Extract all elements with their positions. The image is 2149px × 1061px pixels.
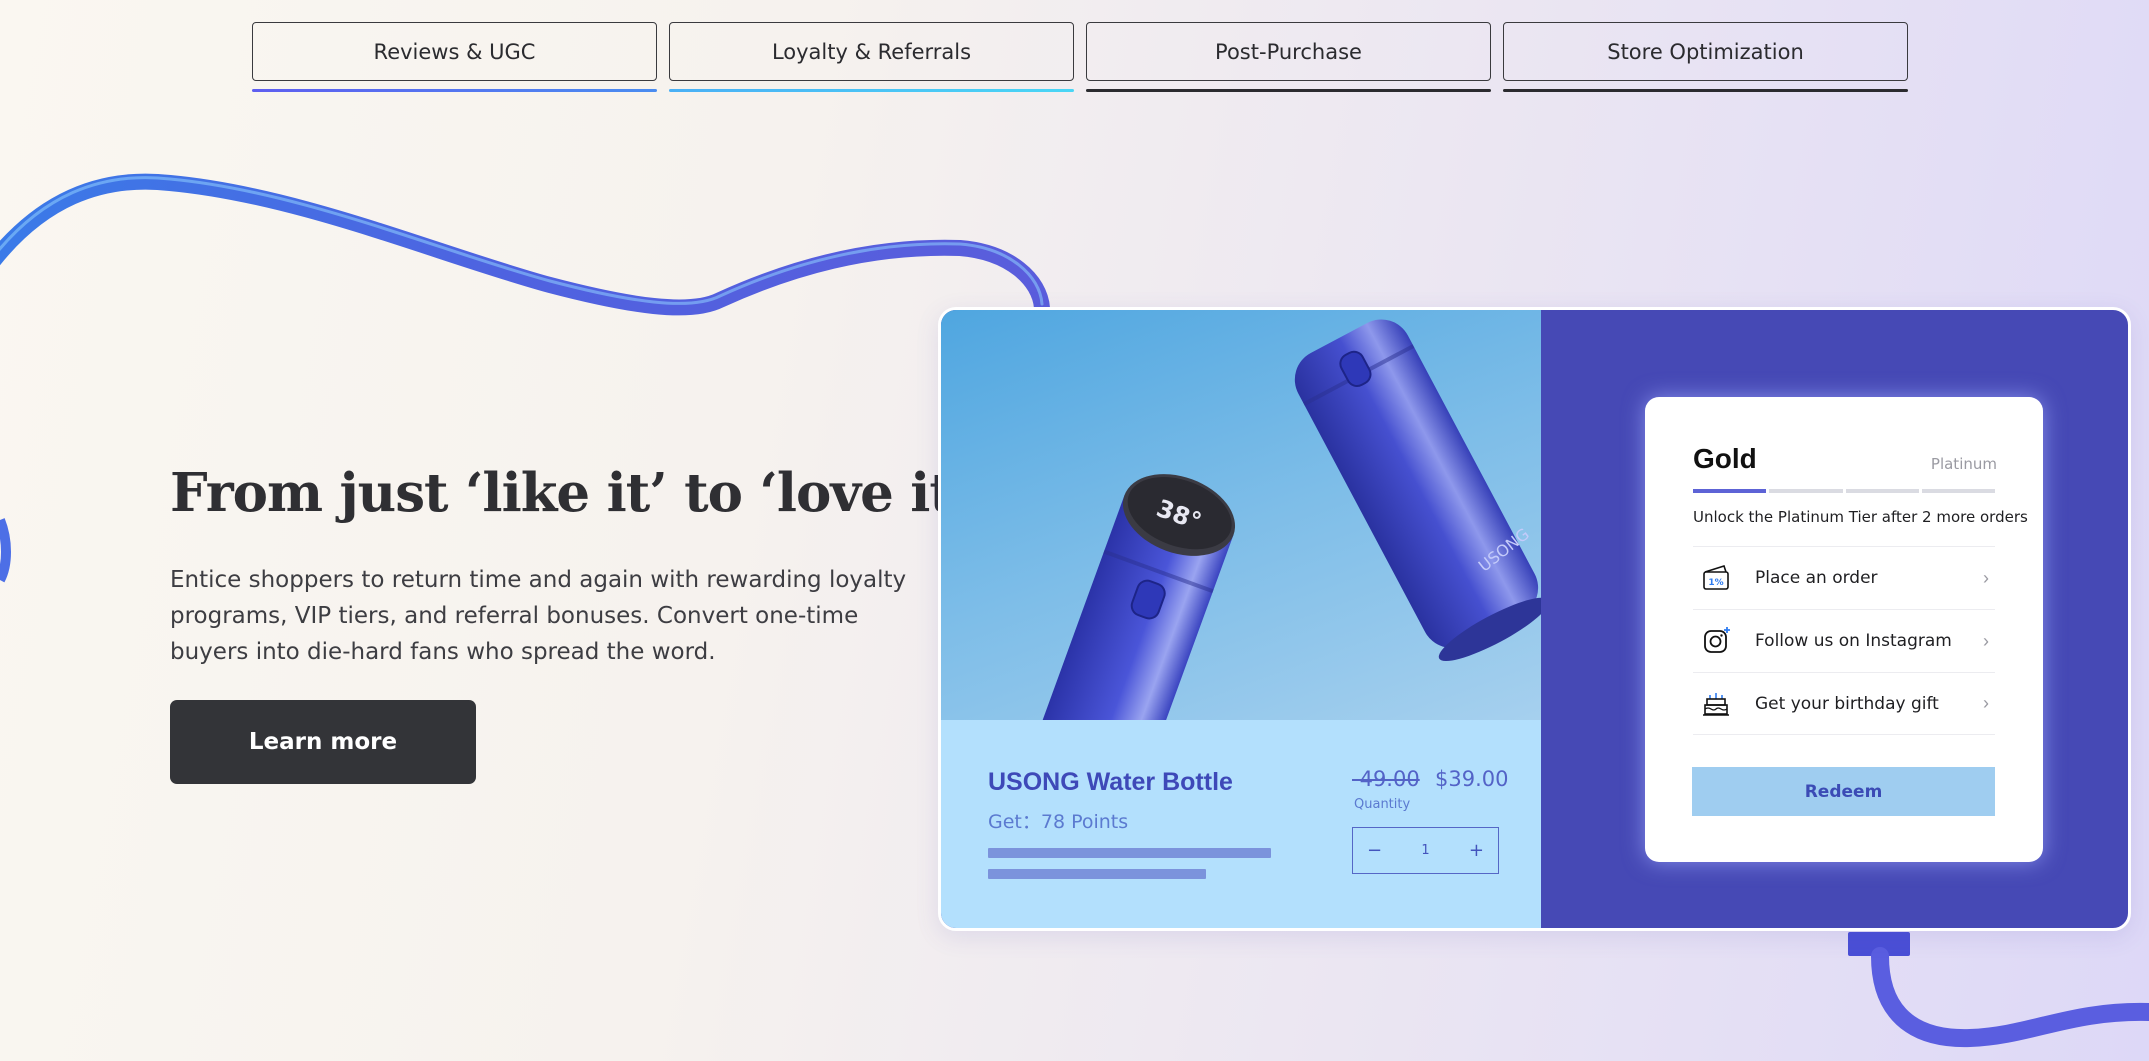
instagram-icon bbox=[1697, 622, 1735, 660]
task-follow-instagram[interactable]: Follow us on Instagram › bbox=[1693, 609, 1995, 672]
product-points: Get：78 Points bbox=[988, 811, 1129, 833]
task-label: Place an order bbox=[1755, 568, 1878, 588]
hero-title: From just ‘like it’ to ‘love it’ bbox=[170, 462, 971, 524]
tab-underline bbox=[1086, 89, 1491, 92]
tab-loyalty-referrals: Loyalty & Referrals bbox=[669, 22, 1074, 92]
task-place-order[interactable]: 1% Place an order › bbox=[1693, 546, 1995, 609]
redeem-button[interactable]: Redeem bbox=[1692, 767, 1995, 816]
tab-post-purchase-button[interactable]: Post-Purchase bbox=[1086, 22, 1491, 81]
next-tier-label: Platinum bbox=[1930, 455, 1997, 473]
tab-underline bbox=[252, 89, 657, 92]
tab-underline bbox=[1503, 89, 1908, 92]
tab-store-optimization-button[interactable]: Store Optimization bbox=[1503, 22, 1908, 81]
tab-reviews-ugc: Reviews & UGC bbox=[252, 22, 657, 92]
birthday-cake-icon bbox=[1697, 685, 1735, 723]
product-info-panel: USONG Water Bottle Get：78 Points -49.00 … bbox=[941, 720, 1541, 928]
quantity-decrease-button[interactable]: − bbox=[1367, 840, 1382, 861]
text-placeholder-bar bbox=[988, 869, 1206, 879]
chevron-right-icon: › bbox=[1983, 693, 1989, 713]
task-label: Get your birthday gift bbox=[1755, 693, 1939, 714]
earn-points-task-list: 1% Place an order › Follow us on Instagr… bbox=[1693, 546, 1995, 735]
tab-underline bbox=[669, 89, 1074, 92]
tab-reviews-ugc-button[interactable]: Reviews & UGC bbox=[252, 22, 657, 81]
chevron-right-icon: › bbox=[1983, 630, 1989, 651]
product-image: USONG 38° bbox=[941, 310, 1541, 720]
current-tier-label: Gold bbox=[1693, 443, 1757, 474]
quantity-value[interactable]: 1 bbox=[1421, 843, 1429, 858]
quantity-increase-button[interactable]: + bbox=[1469, 840, 1484, 861]
feature-tabs: Reviews & UGC Loyalty & Referrals Post-P… bbox=[252, 22, 1908, 92]
tab-loyalty-referrals-button[interactable]: Loyalty & Referrals bbox=[669, 22, 1074, 81]
task-label: Follow us on Instagram bbox=[1755, 631, 1952, 651]
unlock-message: Unlock the Platinum Tier after 2 more or… bbox=[1693, 508, 2028, 526]
tier-progress-segment bbox=[1845, 489, 1919, 493]
learn-more-button[interactable]: Learn more bbox=[170, 700, 476, 784]
sale-price: $39.00 bbox=[1435, 767, 1509, 791]
quantity-label: Quantity bbox=[1354, 797, 1411, 812]
product-name: USONG Water Bottle bbox=[988, 768, 1233, 796]
tab-post-purchase: Post-Purchase bbox=[1086, 22, 1491, 92]
loyalty-widget: Gold Platinum Unlock the Platinum Tier a… bbox=[1645, 397, 2043, 862]
tier-progress-segment bbox=[1693, 489, 1767, 493]
text-placeholder-bar bbox=[988, 848, 1271, 858]
water-bottle-illustration: USONG 38° bbox=[1035, 319, 1541, 720]
tab-store-optimization: Store Optimization bbox=[1503, 22, 1908, 92]
hero-description: Entice shoppers to return time and again… bbox=[170, 567, 907, 665]
loyalty-demo-card: USONG 38° USONG Water Bottle Get：78 Poin… bbox=[938, 307, 2131, 931]
coupon-icon-text: 1% bbox=[1708, 578, 1723, 588]
tier-progress-segment bbox=[1769, 489, 1843, 493]
original-price: -49.00 bbox=[1352, 767, 1420, 791]
quantity-stepper: − 1 + bbox=[1352, 827, 1499, 874]
tier-progress-bar bbox=[1693, 489, 1995, 493]
coupon-icon: 1% bbox=[1697, 559, 1735, 597]
tier-progress-segment bbox=[1921, 489, 1995, 493]
task-birthday-gift[interactable]: Get your birthday gift › bbox=[1693, 672, 1995, 735]
chevron-right-icon: › bbox=[1983, 567, 1989, 588]
